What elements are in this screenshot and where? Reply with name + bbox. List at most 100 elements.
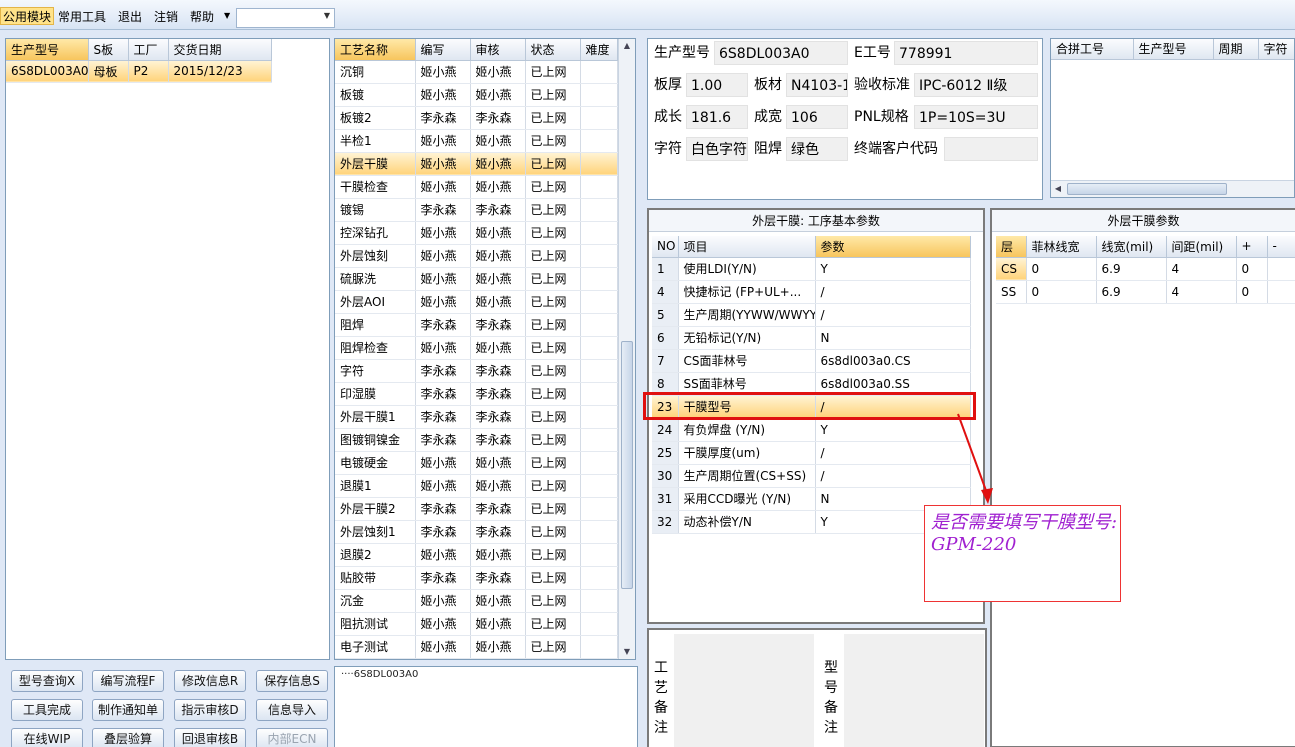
mask-field[interactable]: 绿色 <box>786 137 848 161</box>
cell-process-name[interactable]: 字符 <box>335 359 416 383</box>
cell-author[interactable]: 姬小燕 <box>415 589 471 613</box>
cell-status[interactable]: 已上网 <box>525 405 581 429</box>
cell-difficulty[interactable] <box>580 543 618 567</box>
table-row[interactable]: SS 0 6.9 4 0 <box>996 280 1295 304</box>
table-row[interactable]: 电子测试 姬小燕 姬小燕 已上网 <box>335 635 618 659</box>
cell-reviewer[interactable]: 姬小燕 <box>470 451 526 475</box>
cell-plus[interactable]: 0 <box>1236 257 1268 281</box>
table-row[interactable]: 干膜检查 姬小燕 姬小燕 已上网 <box>335 175 618 199</box>
cell-spacing[interactable]: 4 <box>1166 280 1237 304</box>
cell-process-name[interactable]: 镀锡 <box>335 198 416 222</box>
cell-difficulty[interactable] <box>580 60 618 84</box>
scroll-up-icon[interactable]: ▲ <box>619 39 635 53</box>
cell-reviewer[interactable]: 姬小燕 <box>470 152 526 176</box>
cell-author[interactable]: 姬小燕 <box>415 221 471 245</box>
cell-process-name[interactable]: 外层干膜 <box>335 152 416 176</box>
cell-author[interactable]: 姬小燕 <box>415 267 471 291</box>
chevron-down-icon[interactable]: ▼ <box>324 11 330 20</box>
cell-process-name[interactable]: 板镀2 <box>335 106 416 130</box>
cell-no[interactable]: 24 <box>652 418 679 442</box>
cell-item[interactable]: CS面菲林号 <box>678 349 816 373</box>
cell-layer[interactable]: CS <box>996 257 1027 281</box>
cell-status[interactable]: 已上网 <box>525 83 581 107</box>
combine-hscrollbar[interactable]: ◀ <box>1051 180 1294 197</box>
cell-reviewer[interactable]: 李永森 <box>470 520 526 544</box>
menu-public-module[interactable]: 公用模块 <box>0 7 55 25</box>
cell-reviewer[interactable]: 姬小燕 <box>470 635 526 659</box>
action-button-9[interactable]: 叠层验算 <box>92 728 164 747</box>
cell-author[interactable]: 姬小燕 <box>415 83 471 107</box>
table-row[interactable]: 外层蚀刻1 李永森 李永森 已上网 <box>335 520 618 544</box>
cell-difficulty[interactable] <box>580 244 618 268</box>
table-row[interactable]: 25 干膜厚度(um) / <box>652 441 971 465</box>
cell-item[interactable]: 采用CCD曝光 (Y/N) <box>678 487 816 511</box>
cell-reviewer[interactable]: 姬小燕 <box>470 543 526 567</box>
menu-common-tools[interactable]: 常用工具 <box>56 8 108 26</box>
cell-reviewer[interactable]: 李永森 <box>470 405 526 429</box>
cell-param[interactable]: / <box>815 280 971 304</box>
cell-item[interactable]: 快捷标记 (FP+UL+... <box>678 280 816 304</box>
cell-author[interactable]: 姬小燕 <box>415 60 471 84</box>
cell-author[interactable]: 李永森 <box>415 405 471 429</box>
table-row[interactable]: 板镀2 李永森 李永森 已上网 <box>335 106 618 130</box>
customer-field[interactable] <box>944 137 1038 161</box>
cell-reviewer[interactable]: 姬小燕 <box>470 244 526 268</box>
cell-no[interactable]: 6 <box>652 326 679 350</box>
cell-param[interactable]: Y <box>815 418 971 442</box>
cell-author[interactable]: 李永森 <box>415 497 471 521</box>
cell-difficulty[interactable] <box>580 198 618 222</box>
table-row[interactable]: 阻抗测试 姬小燕 姬小燕 已上网 <box>335 612 618 636</box>
table-row[interactable]: 板镀 姬小燕 姬小燕 已上网 <box>335 83 618 107</box>
cell-no[interactable]: 30 <box>652 464 679 488</box>
action-button-6[interactable]: 指示审核D <box>174 699 246 721</box>
process-list-scrollbar[interactable]: ▲ ▼ <box>618 39 635 659</box>
cell-status[interactable]: 已上网 <box>525 589 581 613</box>
cell-difficulty[interactable] <box>580 428 618 452</box>
table-row[interactable]: 阻焊 李永森 李永森 已上网 <box>335 313 618 337</box>
cell-process-name[interactable]: 控深钻孔 <box>335 221 416 245</box>
col-header-reviewer[interactable]: 审核 <box>470 39 526 61</box>
col-header-delivery-date[interactable]: 交货日期 <box>168 39 272 61</box>
table-row[interactable]: 外层干膜2 李永森 李永森 已上网 <box>335 497 618 521</box>
cell-process-name[interactable]: 硫脲洗 <box>335 267 416 291</box>
cell-author[interactable]: 李永森 <box>415 566 471 590</box>
table-row[interactable]: 30 生产周期位置(CS+SS) / <box>652 464 971 488</box>
cell-author[interactable]: 姬小燕 <box>415 635 471 659</box>
menu-combo-box[interactable]: ▼ <box>236 8 335 28</box>
cell-process-name[interactable]: 干膜检查 <box>335 175 416 199</box>
cell-process-name[interactable]: 外层AOI <box>335 290 416 314</box>
cell-item[interactable]: 动态补偿Y/N <box>678 510 816 534</box>
cell-layer[interactable]: SS <box>996 280 1027 304</box>
cell-difficulty[interactable] <box>580 152 618 176</box>
cell-author[interactable]: 姬小燕 <box>415 336 471 360</box>
cell-difficulty[interactable] <box>580 359 618 383</box>
table-row[interactable]: 沉金 姬小燕 姬小燕 已上网 <box>335 589 618 613</box>
cell-model[interactable]: 6S8DL003A0 <box>6 60 89 83</box>
table-row[interactable]: 外层蚀刻 姬小燕 姬小燕 已上网 <box>335 244 618 268</box>
cell-film-linewidth[interactable]: 0 <box>1026 257 1097 281</box>
cell-reviewer[interactable]: 李永森 <box>470 106 526 130</box>
cell-author[interactable]: 李永森 <box>415 198 471 222</box>
table-row[interactable]: 图镀铜镍金 李永森 李永森 已上网 <box>335 428 618 452</box>
cell-difficulty[interactable] <box>580 336 618 360</box>
table-row[interactable]: 1 使用LDI(Y/N) Y <box>652 257 971 281</box>
table-row[interactable]: 电镀硬金 姬小燕 姬小燕 已上网 <box>335 451 618 475</box>
model-memo-field[interactable] <box>844 634 984 747</box>
cell-no[interactable]: 31 <box>652 487 679 511</box>
cell-difficulty[interactable] <box>580 129 618 153</box>
cell-reviewer[interactable]: 姬小燕 <box>470 589 526 613</box>
cell-difficulty[interactable] <box>580 520 618 544</box>
cell-difficulty[interactable] <box>580 589 618 613</box>
col-header-film-linewidth[interactable]: 菲林线宽 <box>1026 236 1097 258</box>
cell-process-name[interactable]: 电镀硬金 <box>335 451 416 475</box>
standard-field[interactable]: IPC-6012 Ⅱ级 <box>914 73 1038 97</box>
cell-reviewer[interactable]: 姬小燕 <box>470 290 526 314</box>
cell-author[interactable]: 姬小燕 <box>415 451 471 475</box>
action-button-10[interactable]: 回退审核B <box>174 728 246 747</box>
cell-status[interactable]: 已上网 <box>525 520 581 544</box>
table-row[interactable]: 24 有负焊盘 (Y/N) Y <box>652 418 971 442</box>
cell-status[interactable]: 已上网 <box>525 152 581 176</box>
cell-author[interactable]: 姬小燕 <box>415 474 471 498</box>
cell-status[interactable]: 已上网 <box>525 267 581 291</box>
cell-param[interactable]: N <box>815 326 971 350</box>
